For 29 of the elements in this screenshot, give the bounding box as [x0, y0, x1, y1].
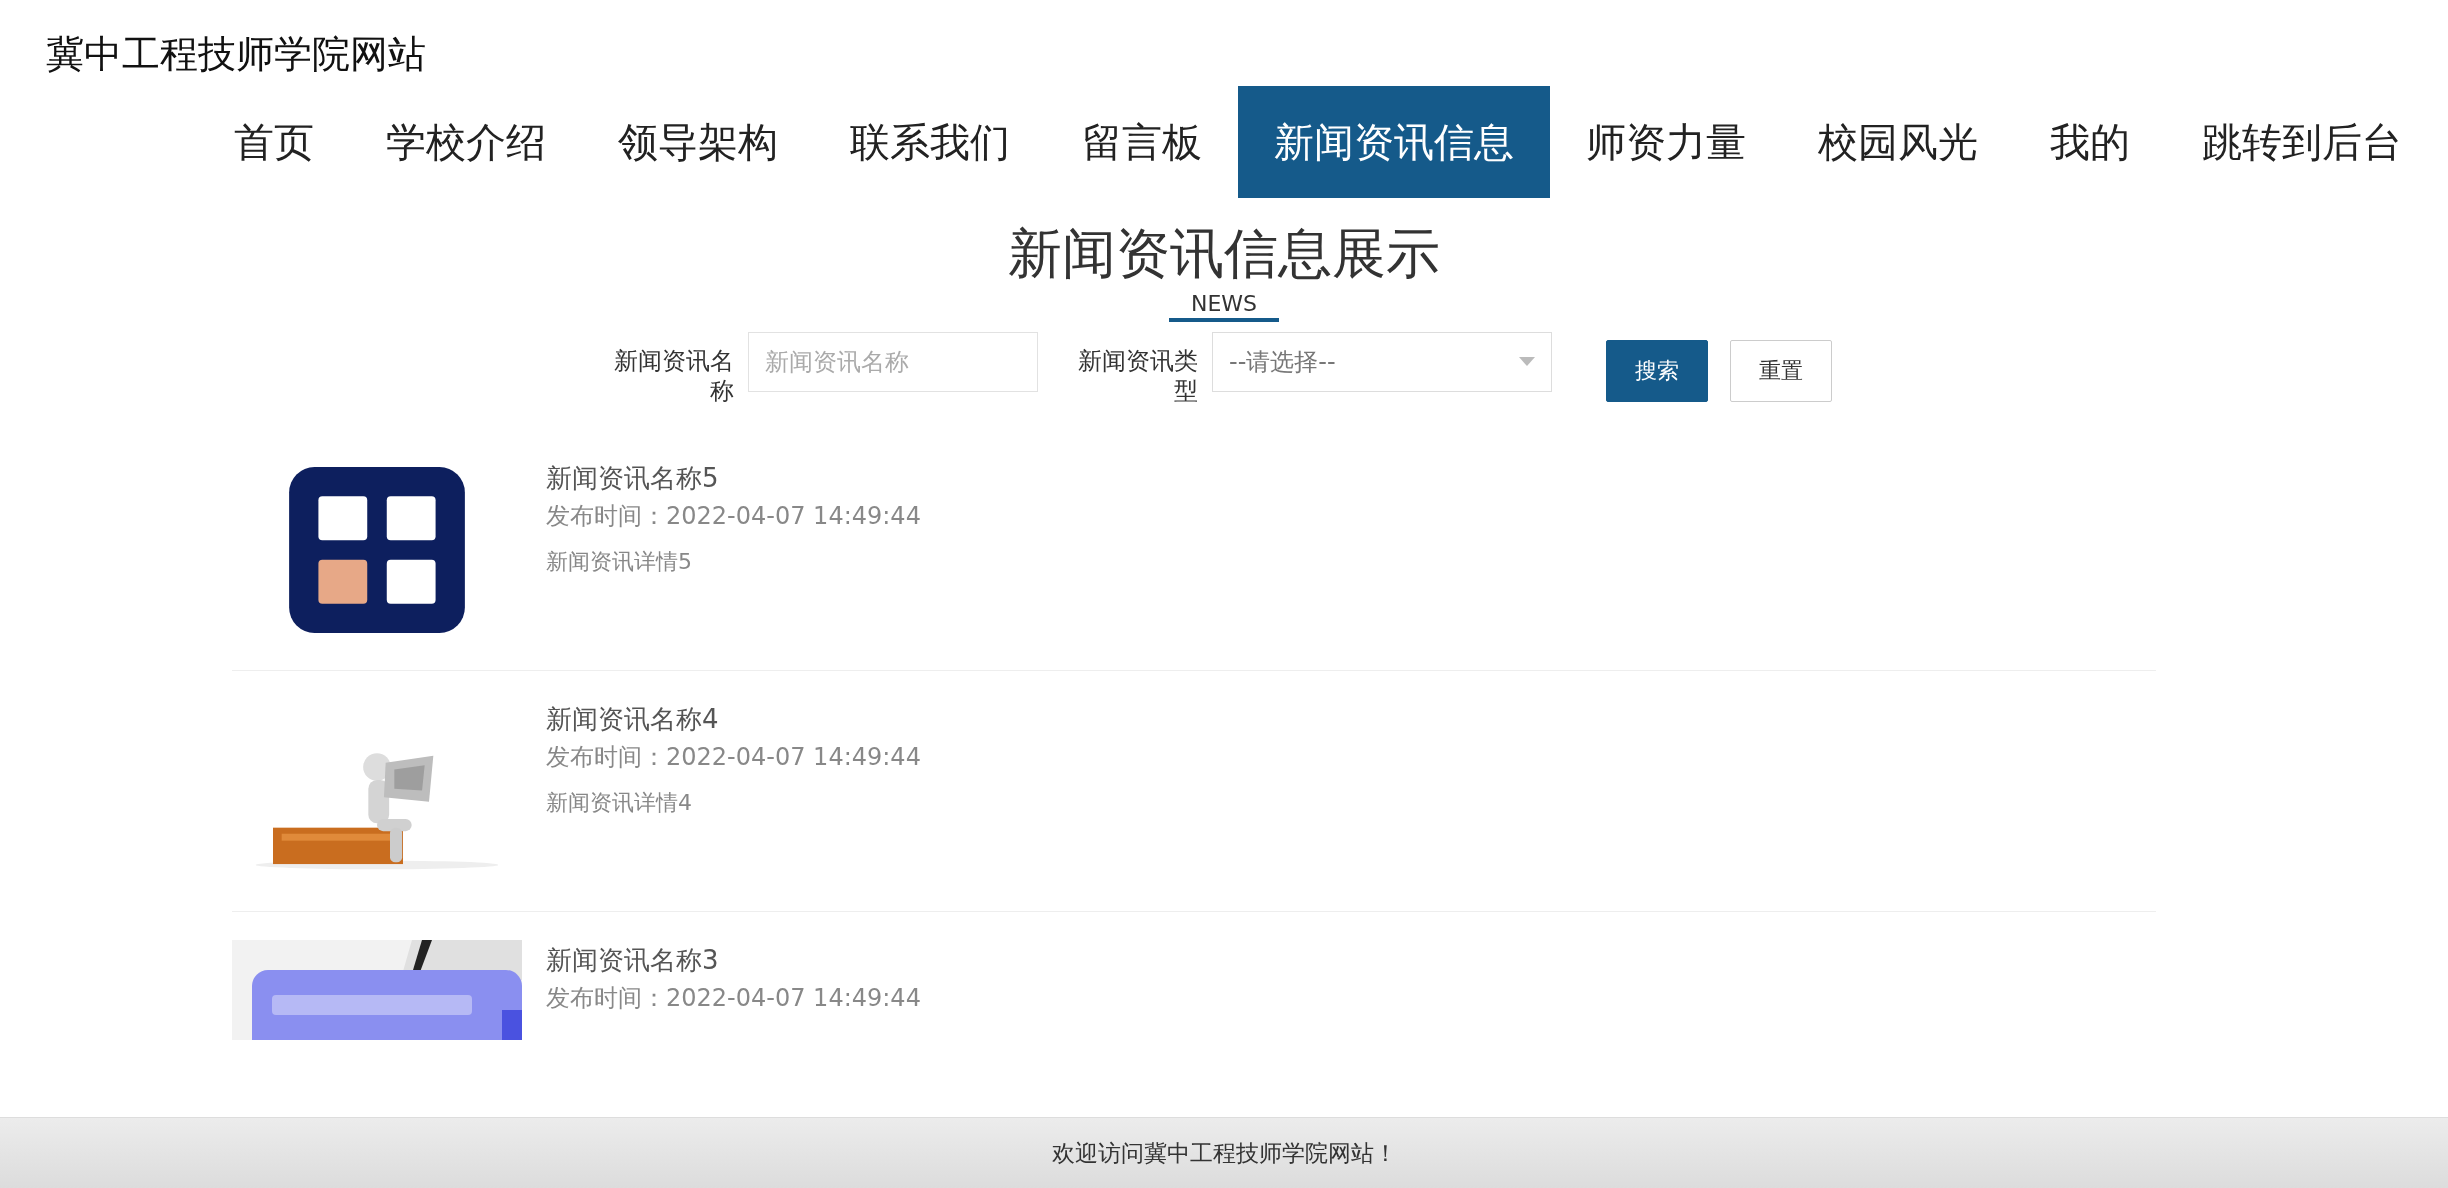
page-subheading: NEWS: [1168, 291, 1280, 322]
news-time: 发布时间：2022-04-07 14:49:44: [546, 983, 921, 1014]
field-label: 新闻资讯名称: [613, 346, 734, 406]
field-label: 新闻资讯类型: [1077, 346, 1198, 406]
nav-tab[interactable]: 校园风光: [1782, 86, 2014, 198]
nav-tab[interactable]: 新闻资讯信息: [1238, 86, 1550, 198]
nav-tab[interactable]: 我的: [2014, 86, 2166, 198]
news-title[interactable]: 新闻资讯名称4: [546, 699, 921, 739]
name-input-field[interactable]: 新闻资讯名称: [748, 332, 1038, 392]
news-detail: 新闻资讯详情4: [546, 789, 693, 817]
news-time: 发布时间：2022-04-07 14:49:44: [546, 501, 921, 532]
footer-text: 欢迎访问冀中工程技师学院网站！: [1051, 1138, 1397, 1168]
nav-tab[interactable]: 留言板: [1046, 86, 1238, 198]
nav-tab[interactable]: 师资力量: [1550, 86, 1782, 198]
nav-tab[interactable]: 学校介绍: [350, 86, 582, 198]
nav-tab[interactable]: 跳转到后台: [2166, 86, 2438, 198]
search-button[interactable]: 搜索: [1606, 340, 1708, 402]
news-detail: 新闻资讯详情5: [546, 548, 693, 576]
nav-tab[interactable]: 领导架构: [582, 86, 814, 198]
site-title: 冀中工程技师学院网站: [45, 31, 426, 78]
caret-icon: [1519, 357, 1535, 367]
reset-button[interactable]: 重置: [1730, 340, 1832, 402]
page-heading: 新闻资讯信息展示: [1008, 221, 1440, 287]
news-title[interactable]: 新闻资讯名称5: [546, 458, 921, 498]
type-dropdown[interactable]: --请选择--: [1212, 332, 1552, 392]
news-title[interactable]: 新闻资讯名称3: [546, 940, 921, 980]
news-time: 发布时间：2022-04-07 14:49:44: [546, 742, 921, 773]
nav-tab[interactable]: 首页: [198, 86, 350, 198]
nav-tab[interactable]: 联系我们: [814, 86, 1046, 198]
